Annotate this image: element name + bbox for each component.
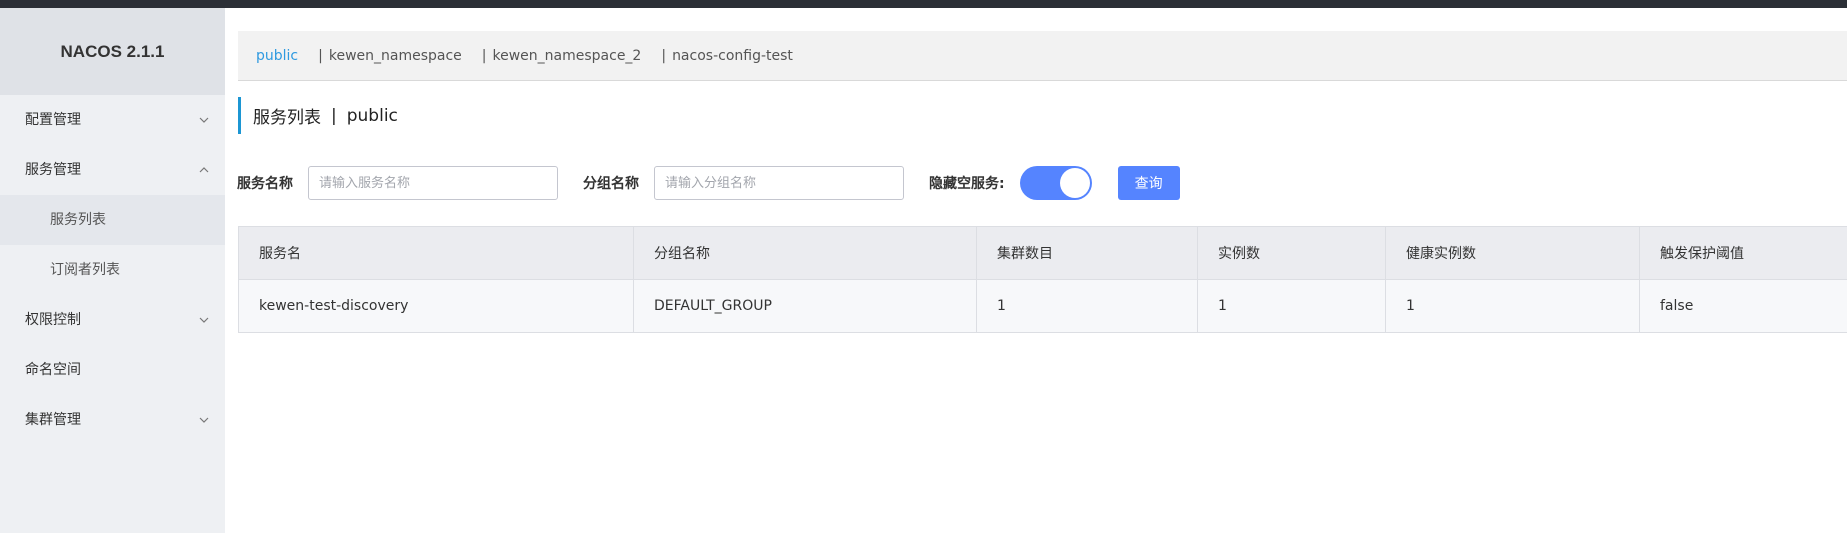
group-name-input[interactable] (654, 166, 904, 200)
service-name-input[interactable] (308, 166, 558, 200)
sidebar-item-subscriber-list[interactable]: 订阅者列表 (0, 245, 225, 295)
toggle-knob (1059, 168, 1090, 198)
hide-empty-services-toggle[interactable] (1019, 166, 1092, 200)
filter-bar: 服务名称 分组名称 隐藏空服务: 查询 (237, 165, 1180, 201)
chevron-up-icon (199, 167, 209, 173)
sidebar-item-access-control[interactable]: 权限控制 (0, 295, 225, 345)
sidebar-item-cluster-management[interactable]: 集群管理 (0, 395, 225, 445)
column-header-instance-count[interactable]: 实例数 (1197, 226, 1386, 280)
query-button[interactable]: 查询 (1117, 166, 1180, 200)
service-table: 服务名 分组名称 集群数目 实例数 健康实例数 触发保护阈值 kewen-tes… (238, 226, 1847, 333)
sidebar-menu: 配置管理 服务管理 服务列表 订阅者列表 权限控制 命名空间 集群管理 (0, 95, 225, 445)
column-header-cluster-count[interactable]: 集群数目 (976, 226, 1198, 280)
page-title-separator: | (331, 105, 337, 126)
sidebar-item-label: 服务管理 (25, 162, 81, 178)
sidebar-item-label: 订阅者列表 (50, 262, 120, 278)
cell-cluster-count: 1 (976, 279, 1198, 333)
page-title-text: 服务列表 (253, 108, 321, 128)
sidebar-item-label: 权限控制 (25, 312, 81, 328)
namespace-separator: | (318, 47, 323, 64)
cell-healthy-instance-count: 1 (1385, 279, 1640, 333)
cell-protect-threshold: false (1639, 279, 1847, 333)
top-bar (0, 0, 1847, 8)
column-header-service-name[interactable]: 服务名 (238, 226, 634, 280)
chevron-down-icon (199, 417, 209, 423)
page-title: 服务列表 | public (238, 97, 398, 134)
namespace-bar: public | kewen_namespace | kewen_namespa… (238, 31, 1847, 81)
brand-logo: NACOS 2.1.1 (0, 8, 225, 95)
namespace-separator: | (661, 47, 667, 64)
sidebar-item-label: 配置管理 (25, 112, 81, 128)
sidebar: NACOS 2.1.1 配置管理 服务管理 服务列表 订阅者列表 权限控制 命名… (0, 8, 225, 533)
sidebar-item-namespace[interactable]: 命名空间 (0, 345, 225, 395)
sidebar-item-service-management[interactable]: 服务管理 (0, 145, 225, 195)
sidebar-item-label: 服务列表 (50, 212, 106, 228)
cell-group-name: DEFAULT_GROUP (633, 279, 977, 333)
column-header-healthy-instance-count[interactable]: 健康实例数 (1385, 226, 1640, 280)
sidebar-item-config-management[interactable]: 配置管理 (0, 95, 225, 145)
namespace-separator: | (481, 47, 487, 64)
namespace-link-nacos-config-test[interactable]: nacos-config-test (672, 48, 793, 64)
sidebar-item-service-list[interactable]: 服务列表 (0, 195, 225, 245)
column-header-group-name[interactable]: 分组名称 (633, 226, 977, 280)
sidebar-item-label: 集群管理 (25, 412, 81, 428)
cell-instance-count: 1 (1197, 279, 1386, 333)
table-row[interactable]: kewen-test-discovery DEFAULT_GROUP 1 1 1… (238, 279, 1847, 333)
hide-empty-services-label: 隐藏空服务: (929, 176, 1005, 192)
table-header-row: 服务名 分组名称 集群数目 实例数 健康实例数 触发保护阈值 (238, 226, 1847, 280)
chevron-down-icon (199, 317, 209, 323)
chevron-down-icon (199, 117, 209, 123)
service-name-label: 服务名称 (237, 176, 293, 192)
namespace-link-kewen-namespace-2[interactable]: kewen_namespace_2 (493, 48, 642, 64)
namespace-link-kewen-namespace[interactable]: kewen_namespace (329, 48, 462, 64)
main-content: public | kewen_namespace | kewen_namespa… (225, 8, 1847, 533)
column-header-protect-threshold[interactable]: 触发保护阈值 (1639, 226, 1847, 280)
namespace-link-public[interactable]: public (256, 48, 298, 64)
sidebar-item-label: 命名空间 (25, 362, 81, 378)
page-title-namespace: public (346, 105, 398, 126)
group-name-label: 分组名称 (583, 176, 639, 192)
cell-service-name: kewen-test-discovery (238, 279, 634, 333)
